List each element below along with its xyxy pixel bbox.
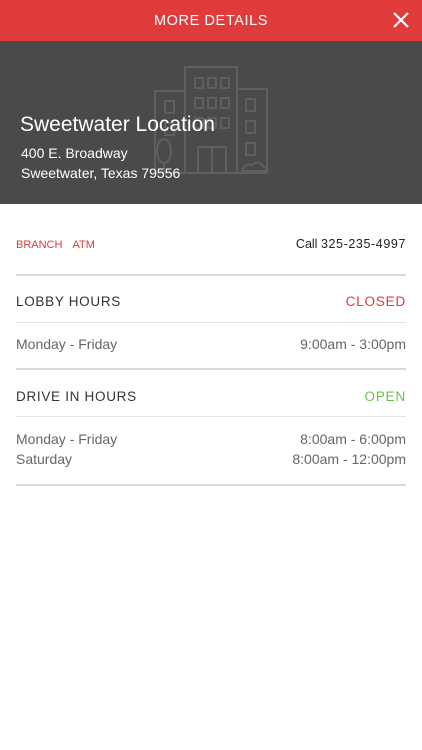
- divider: [16, 322, 406, 323]
- drive-in-hours-value: 8:00am - 6:00pm: [300, 431, 406, 447]
- phone-number[interactable]: 325-235-4997: [321, 237, 406, 251]
- close-icon[interactable]: [391, 10, 411, 30]
- divider: [16, 274, 406, 276]
- divider: [16, 368, 406, 370]
- tag-branch: BRANCH: [16, 239, 63, 251]
- drive-in-hours-value: 8:00am - 12:00pm: [292, 451, 406, 467]
- lobby-status-badge: CLOSED: [345, 294, 406, 309]
- drive-in-days: Saturday: [16, 451, 73, 467]
- location-hero: Sweetwater Location 400 E. Broadway Swee…: [0, 41, 422, 204]
- call-link[interactable]: Call 325-235-4997: [296, 237, 406, 251]
- address-line-1: 400 E. Broadway: [21, 145, 128, 161]
- drive-in-status-badge: OPEN: [364, 389, 406, 404]
- header-bar: MORE DETAILS: [0, 0, 422, 41]
- address-line-2: Sweetwater, Texas 79556: [21, 165, 181, 181]
- lobby-days: Monday - Friday: [16, 336, 118, 352]
- lobby-hours-title: LOBBY HOURS: [16, 294, 121, 309]
- drive-in-days: Monday - Friday: [16, 431, 118, 447]
- lobby-hours-value: 9:00am - 3:00pm: [300, 336, 406, 352]
- divider: [16, 416, 406, 417]
- service-tags: BRANCH ATM: [16, 239, 95, 251]
- call-label: Call: [295, 237, 318, 251]
- page-title: MORE DETAILS: [153, 12, 269, 29]
- drive-in-hours-title: DRIVE IN HOURS: [16, 389, 137, 404]
- tag-atm: ATM: [72, 239, 95, 251]
- location-name: Sweetwater Location: [20, 113, 215, 136]
- divider: [16, 484, 406, 486]
